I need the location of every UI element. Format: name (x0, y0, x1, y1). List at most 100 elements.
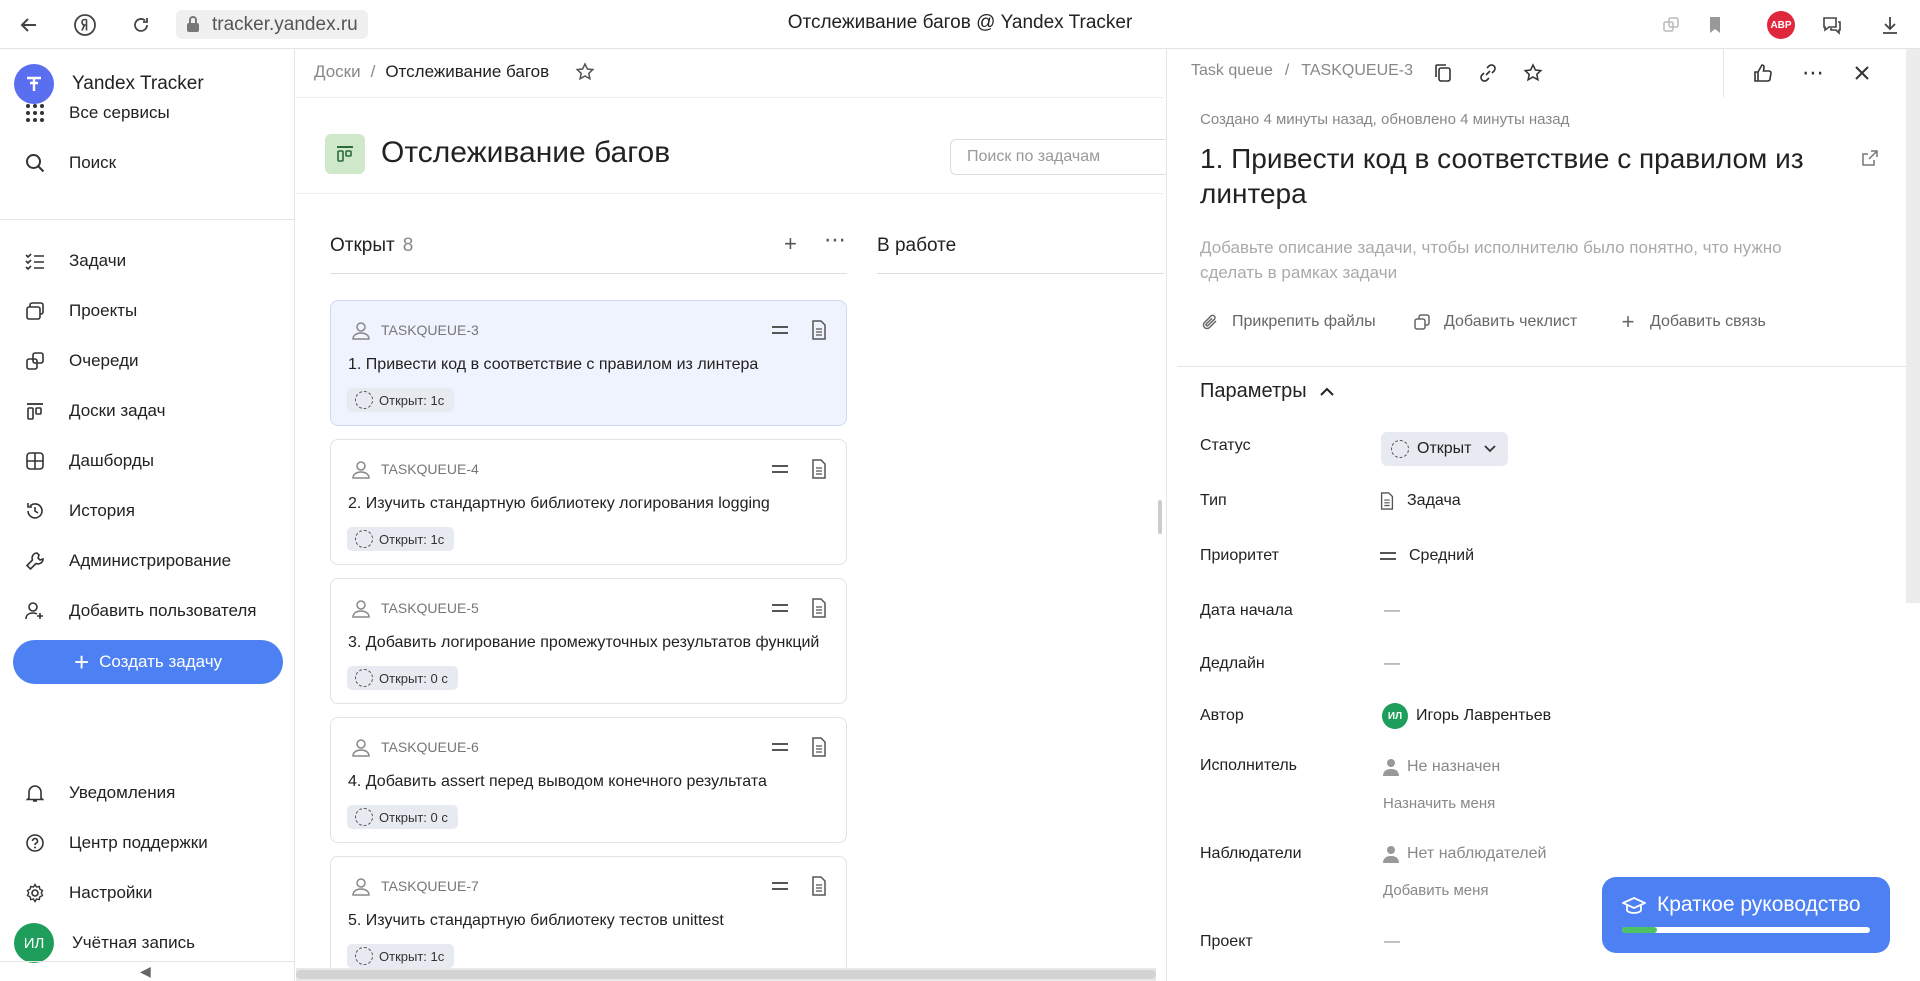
sidebar-item-admin[interactable]: Администрирование (0, 541, 295, 581)
yandex-browser-icon[interactable] (70, 10, 100, 40)
reload-icon[interactable] (126, 10, 156, 40)
star-icon[interactable] (1521, 61, 1545, 85)
sidebar-item-notifications[interactable]: Уведомления (0, 773, 295, 813)
task-title[interactable]: 1. Привести код в соответствие с правило… (1200, 141, 1820, 211)
collapse-sidebar-icon[interactable]: ◀ (140, 963, 151, 980)
assign-me-link[interactable]: Назначить меня (1383, 795, 1495, 812)
sidebar-item-search[interactable]: Поиск (0, 143, 295, 183)
bookmark-icon[interactable] (1700, 10, 1730, 40)
plus-icon: + (73, 647, 90, 677)
sidebar-item-projects[interactable]: Проекты (0, 291, 295, 331)
field-label-author: Автор (1200, 707, 1244, 724)
priority-medium-icon (772, 326, 788, 334)
sidebar-item-settings[interactable]: Настройки (0, 873, 295, 913)
description-placeholder[interactable]: Добавьте описание задачи, чтобы исполнит… (1200, 235, 1800, 285)
open-external-icon[interactable] (1861, 149, 1879, 167)
extensions-icon[interactable] (1656, 10, 1686, 40)
task-card[interactable]: TASKQUEUE-6 4. Добавить assert перед выв… (330, 717, 847, 843)
create-task-button[interactable]: + Создать задачу (13, 640, 283, 684)
sidebar-item-history[interactable]: История (0, 491, 295, 531)
more-icon[interactable]: ⋯ (1801, 60, 1825, 85)
project-value[interactable]: — (1384, 933, 1400, 951)
boards-icon (23, 399, 47, 423)
sidebar-item-all-services[interactable]: Все сервисы (0, 93, 295, 133)
type-value[interactable]: Задача (1379, 492, 1461, 510)
status-badge: Открыт: 1с (347, 527, 455, 551)
start-date-value[interactable]: — (1384, 602, 1400, 620)
field-label-deadline: Дедлайн (1200, 655, 1265, 672)
paperclip-icon (1200, 312, 1220, 332)
task-key[interactable]: TASKQUEUE-6 (381, 739, 479, 755)
task-key[interactable]: TASKQUEUE-5 (381, 600, 479, 616)
sidebar-item-label: Поиск (69, 153, 117, 172)
task-card[interactable]: TASKQUEUE-4 2. Изучить стандартную библи… (330, 439, 847, 565)
task-card[interactable]: TASKQUEUE-7 5. Изучить стандартную библи… (330, 856, 847, 981)
sidebar-item-support[interactable]: Центр поддержки (0, 823, 295, 863)
quick-guide-button[interactable]: Краткое руководство (1602, 877, 1890, 953)
back-icon[interactable] (14, 10, 44, 40)
task-key[interactable]: TASKQUEUE-7 (381, 878, 479, 894)
params-section-toggle[interactable]: Параметры (1200, 380, 1335, 403)
task-card[interactable]: TASKQUEUE-3 1. Привести код в соответств… (330, 300, 847, 426)
breadcrumb-queue[interactable]: Task queue (1191, 62, 1273, 80)
panel-resize-handle[interactable] (1158, 500, 1162, 534)
field-label-priority: Приоритет (1200, 547, 1279, 564)
status-badge: Открыт: 1с (347, 388, 455, 412)
sidebar-item-tasks[interactable]: Задачи (0, 241, 295, 281)
assignee-value[interactable]: Не назначен (1383, 758, 1500, 776)
status-open-icon (1391, 440, 1409, 458)
add-checklist-button[interactable]: Добавить чеклист (1412, 312, 1577, 332)
horizontal-scrollbar[interactable] (296, 968, 1156, 981)
panel-scrollbar[interactable] (1906, 49, 1920, 603)
scrollbar-thumb[interactable] (296, 970, 1156, 979)
status-dropdown[interactable]: Открыт (1381, 432, 1508, 466)
add-card-icon[interactable]: + (784, 231, 797, 257)
sidebar-item-label: Администрирование (69, 551, 232, 570)
priority-value[interactable]: Средний (1379, 547, 1474, 565)
sidebar-item-add-user[interactable]: Добавить пользователя (0, 591, 295, 631)
watchers-value[interactable]: Нет наблюдателей (1383, 845, 1546, 863)
task-key[interactable]: TASKQUEUE-3 (381, 322, 479, 338)
add-me-link[interactable]: Добавить меня (1383, 882, 1489, 899)
deadline-value[interactable]: — (1384, 655, 1400, 673)
sidebar-item-dashboards[interactable]: Дашборды (0, 441, 295, 481)
status-text: Открыт: 1с (379, 392, 445, 408)
task-card[interactable]: TASKQUEUE-5 3. Добавить логирование пром… (330, 578, 847, 704)
star-icon[interactable] (575, 62, 595, 82)
sidebar-item-label: Уведомления (69, 783, 176, 802)
address-bar[interactable]: tracker.yandex.ru (176, 10, 368, 39)
sidebar-item-queues[interactable]: Очереди (0, 341, 295, 381)
task-type-icon (812, 598, 826, 618)
sidebar-item-account[interactable]: ИЛ Учётная запись (0, 923, 295, 963)
chat-extension-icon[interactable] (1817, 10, 1847, 40)
status-open-icon (355, 669, 373, 687)
like-icon[interactable] (1751, 61, 1775, 85)
breadcrumb-task-key[interactable]: TASKQUEUE-3 (1301, 62, 1413, 80)
more-icon[interactable]: ⋯ (824, 227, 846, 253)
attach-files-button[interactable]: Прикрепить файлы (1200, 312, 1376, 332)
plus-icon: + (1621, 309, 1635, 334)
author-value[interactable]: ИЛ Игорь Лаврентьев (1382, 703, 1551, 729)
sidebar-item-boards[interactable]: Доски задач (0, 391, 295, 431)
priority-text: Средний (1409, 547, 1475, 564)
help-icon (23, 831, 47, 855)
close-icon[interactable] (1850, 61, 1874, 85)
copy-icon[interactable] (1431, 61, 1455, 85)
breadcrumb-current[interactable]: Отслеживание багов (385, 62, 549, 82)
sidebar-item-label: Проекты (69, 301, 138, 320)
task-search-input[interactable]: Поиск по задачам (950, 139, 1170, 175)
field-label-project: Проект (1200, 933, 1253, 950)
status-value: Открыт (1417, 440, 1472, 457)
history-icon (23, 499, 47, 523)
download-icon[interactable] (1875, 10, 1905, 40)
breadcrumb-boards[interactable]: Доски (314, 62, 361, 82)
task-type-icon (812, 320, 826, 340)
add-user-icon (23, 599, 47, 623)
task-key[interactable]: TASKQUEUE-4 (381, 461, 479, 477)
sidebar-item-label: Задачи (69, 251, 127, 270)
task-title: 3. Добавить логирование промежуточных ре… (348, 634, 820, 651)
board-type-icon (325, 134, 365, 174)
adblock-icon[interactable]: ABP (1767, 11, 1795, 39)
add-link-button[interactable]: + Добавить связь (1618, 309, 1766, 334)
link-icon[interactable] (1476, 61, 1500, 85)
